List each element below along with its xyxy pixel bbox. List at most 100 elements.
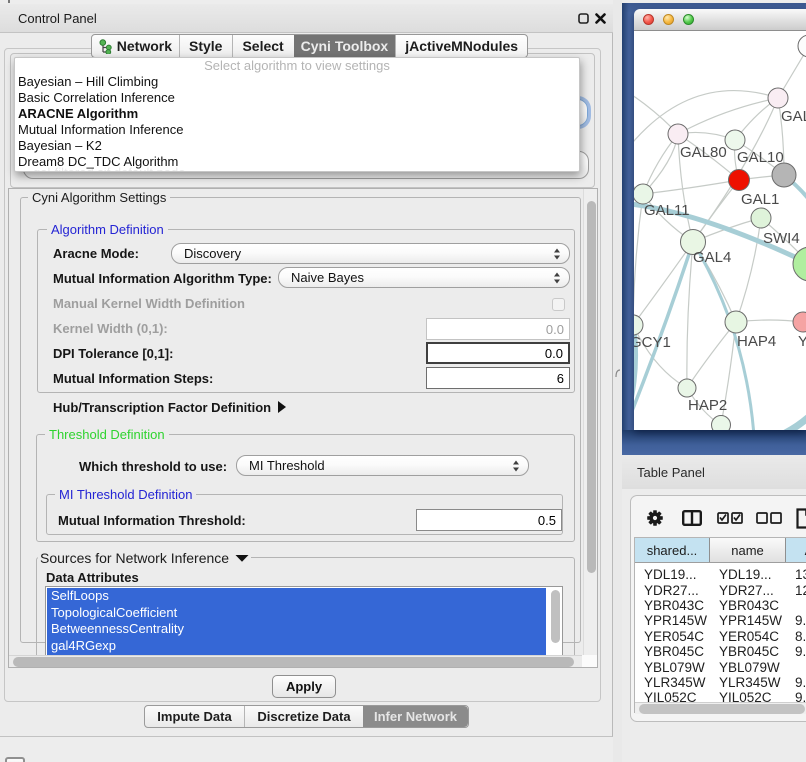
table-cell[interactable]: YBR045C <box>710 644 786 659</box>
divider-collapse-icon[interactable] <box>614 369 621 378</box>
settings-hscrollbar[interactable] <box>13 657 574 667</box>
table-cell[interactable]: YBR043C <box>635 598 710 613</box>
close-window-icon[interactable] <box>595 13 606 24</box>
table-row[interactable]: YER054CYER054C8. <box>635 629 806 644</box>
table-cell[interactable]: YLR345W <box>710 675 786 690</box>
table-row[interactable]: YDR27...YDR27...12 <box>635 582 806 597</box>
tab-infer-network[interactable]: Infer Network <box>363 706 468 727</box>
hub-expand-arrow-icon[interactable] <box>277 401 287 413</box>
table-cell[interactable]: YER054C <box>635 629 710 644</box>
which-threshold-combo[interactable]: MI Threshold <box>236 455 529 476</box>
close-traffic-light[interactable] <box>643 14 654 25</box>
hub-definition-label[interactable]: Hub/Transcription Factor Definition <box>53 401 271 414</box>
tab-network[interactable]: Network <box>92 35 180 57</box>
node-gal80[interactable] <box>668 124 688 144</box>
table-cell[interactable]: 9. <box>786 675 806 690</box>
table-cell[interactable]: 9. <box>786 644 806 659</box>
table-row[interactable]: YLR345WYLR345W9. <box>635 675 806 690</box>
table-hscrollbar[interactable] <box>639 704 805 714</box>
tab-jactivemnodules[interactable]: jActiveMNodules <box>395 35 527 57</box>
popup-item[interactable]: Bayesian – K2 <box>15 138 579 154</box>
apply-button[interactable]: Apply <box>272 675 336 698</box>
attribute-item[interactable]: TopologicalCoefficient <box>47 605 546 622</box>
mi-algorithm-type-combo[interactable]: Naive Bayes <box>278 267 570 288</box>
table-cell[interactable]: YDL19... <box>710 567 786 582</box>
settings-vscrollbar[interactable] <box>587 201 596 573</box>
split-pane-icon[interactable] <box>682 510 702 526</box>
node-gcy1[interactable] <box>634 315 643 335</box>
table-cell[interactable]: YPR145W <box>635 613 710 628</box>
manual-kernel-width-checkbox[interactable] <box>552 298 565 311</box>
table-row[interactable]: YDL19...YDL19...13 <box>635 567 806 582</box>
tab-impute-data[interactable]: Impute Data <box>145 706 245 727</box>
dpi-tolerance-field[interactable]: 0.0 <box>426 342 570 364</box>
network-window-titlebar[interactable] <box>634 9 806 31</box>
table-cell[interactable]: 12 <box>786 582 806 597</box>
popup-item[interactable]: Bayesian – Hill Climbing <box>15 74 579 90</box>
table-cell[interactable]: YDR27... <box>635 582 710 597</box>
unchecked-columns-icon[interactable] <box>756 512 783 524</box>
table-row[interactable]: YBR045CYBR045C9. <box>635 644 806 659</box>
table-row[interactable]: YPR145WYPR145W9. <box>635 613 806 628</box>
table-cell[interactable] <box>786 659 806 674</box>
column-header-name[interactable]: name <box>710 538 786 562</box>
table-panel-titlebar[interactable]: Table Panel <box>622 455 806 489</box>
mi-steps-field[interactable]: 6 <box>426 367 570 389</box>
table-cell[interactable]: 13 <box>786 567 806 582</box>
kernel-width-field[interactable]: 0.0 <box>426 318 570 340</box>
node[interactable] <box>712 416 731 431</box>
mi-threshold-field[interactable]: 0.5 <box>416 509 562 531</box>
node[interactable] <box>751 208 771 228</box>
node-salmon[interactable] <box>793 312 806 332</box>
table-cell[interactable]: YER054C <box>710 629 786 644</box>
node[interactable] <box>798 35 806 57</box>
table-cell[interactable]: YPR145W <box>710 613 786 628</box>
node-gal7[interactable] <box>768 88 788 108</box>
table-row[interactable]: YBL079WYBL079W <box>635 659 806 674</box>
popup-item[interactable]: Basic Correlation Inference <box>15 90 579 106</box>
popup-item[interactable]: Mutual Information Inference <box>15 122 579 138</box>
node-gal10[interactable] <box>725 130 745 150</box>
table-row[interactable]: YBR043CYBR043C <box>635 598 806 613</box>
table-cell[interactable]: YBR045C <box>635 644 710 659</box>
tab-style[interactable]: Style <box>180 35 233 57</box>
node-hap2[interactable] <box>678 379 696 397</box>
aracne-mode-combo[interactable]: Discovery <box>171 243 570 264</box>
status-corner-button[interactable] <box>5 757 25 762</box>
tab-cyni-toolbox[interactable]: Cyni Toolbox <box>294 35 396 57</box>
split-divider[interactable] <box>613 0 622 762</box>
table-cell[interactable]: YLR345W <box>635 675 710 690</box>
table-cell[interactable]: 9. <box>786 613 806 628</box>
table-cell[interactable]: YBL079W <box>635 659 710 674</box>
node-hap4[interactable] <box>725 311 747 333</box>
table-cell[interactable]: 8. <box>786 629 806 644</box>
gear-icon[interactable] <box>647 510 663 526</box>
node-gal11[interactable] <box>634 184 653 204</box>
control-panel-titlebar[interactable]: Control Panel <box>0 4 613 33</box>
table-cell[interactable]: YBR043C <box>710 598 786 613</box>
sources-collapse-arrow-icon[interactable] <box>235 554 249 562</box>
float-window-icon[interactable] <box>578 13 589 24</box>
network-canvas[interactable]: GAL7 GAL80 GAL10 GAL1 GAL11 GAL4 SWI4 GC… <box>634 31 806 430</box>
sources-title-row[interactable]: Sources for Network Inference <box>38 551 251 565</box>
attribute-item[interactable]: SelfLoops <box>47 588 546 605</box>
node-gray[interactable] <box>772 163 796 187</box>
table-cell[interactable] <box>786 598 806 613</box>
column-header-next[interactable]: A <box>786 538 806 562</box>
table-cell[interactable]: YDR27... <box>710 582 786 597</box>
popup-item-selected[interactable]: ARACNE Algorithm <box>15 106 579 122</box>
attribute-list-vscrollbar[interactable] <box>551 590 560 643</box>
table-cell[interactable]: YBL079W <box>710 659 786 674</box>
node-swi4[interactable] <box>793 247 806 281</box>
zoom-traffic-light[interactable] <box>683 14 694 25</box>
tab-discretize-data[interactable]: Discretize Data <box>245 706 363 727</box>
node-gal1[interactable] <box>729 170 750 191</box>
table-cell[interactable]: YDL19... <box>635 567 710 582</box>
minimize-traffic-light[interactable] <box>663 14 674 25</box>
column-header-shared-name[interactable]: shared... <box>635 538 710 562</box>
attribute-item[interactable]: gal4RGexp <box>47 638 546 655</box>
tab-select[interactable]: Select <box>233 35 294 57</box>
checked-columns-icon[interactable] <box>717 512 744 524</box>
attribute-item[interactable]: BetweennessCentrality <box>47 621 546 638</box>
document-icon[interactable] <box>796 508 806 529</box>
